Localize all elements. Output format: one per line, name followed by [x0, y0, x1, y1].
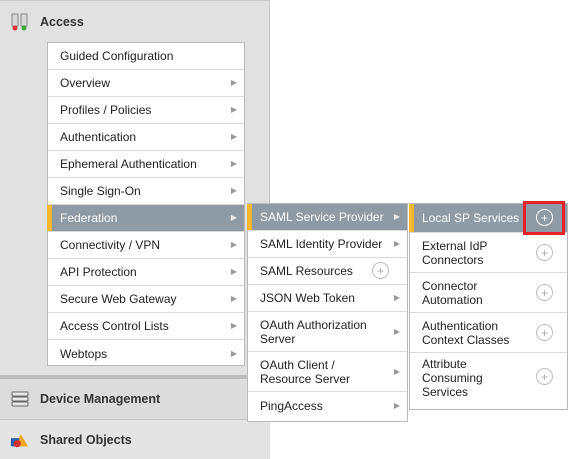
access-submenu: Guided Configuration Overview ▶ Profiles…	[47, 42, 245, 366]
chevron-right-icon: ▶	[393, 212, 400, 221]
plus-circle-icon[interactable]: +	[536, 284, 553, 301]
menu-item-oauth-authorization-server[interactable]: OAuth Authorization Server ▶	[248, 312, 407, 352]
menu-item-access-control-lists[interactable]: Access Control Lists ▶	[48, 313, 244, 340]
menu-item-label: Overview	[60, 76, 111, 90]
sidebar-section-label: Device Management	[40, 392, 161, 406]
access-icon	[10, 12, 30, 32]
chevron-right-icon: ▶	[393, 326, 400, 336]
menu-item-secure-web-gateway[interactable]: Secure Web Gateway ▶	[48, 286, 244, 313]
menu-item-label: Local SP Services	[422, 211, 520, 225]
menu-item-label: Single Sign-On	[60, 184, 141, 198]
menu-item-label: Profiles / Policies	[60, 103, 152, 117]
chevron-right-icon: ▶	[393, 293, 400, 302]
chevron-right-icon: ▶	[230, 294, 237, 303]
highlight-box	[523, 201, 565, 235]
sidebar-section-access[interactable]: Access	[0, 0, 270, 42]
menu-item-label: API Protection	[60, 265, 137, 279]
menu-item-label: SAML Service Provider	[260, 210, 384, 224]
menu-item-saml-resources[interactable]: SAML Resources +	[248, 258, 407, 285]
chevron-right-icon: ▶	[230, 105, 237, 114]
chevron-right-icon: ▶	[230, 267, 237, 276]
menu-item-connector-automation[interactable]: Connector Automation +	[410, 273, 567, 313]
menu-item-attribute-consuming-services[interactable]: Attribute Consuming Services +	[410, 353, 567, 402]
chevron-right-icon: ▶	[230, 213, 237, 222]
menu-item-federation[interactable]: Federation ▶	[47, 205, 244, 232]
menu-item-label: Connectivity / VPN	[60, 238, 161, 252]
menu-item-label: Secure Web Gateway	[60, 292, 177, 306]
menu-item-saml-service-provider[interactable]: SAML Service Provider ▶	[247, 204, 407, 231]
sidebar-section-device-management[interactable]: Device Management	[0, 375, 270, 419]
menu-item-label: OAuth Client / Resource Server	[260, 357, 351, 386]
menu-item-label: Ephemeral Authentication	[60, 157, 197, 171]
chevron-right-icon: ▶	[393, 366, 400, 376]
chevron-right-icon: ▶	[230, 321, 237, 330]
menu-item-webtops[interactable]: Webtops ▶	[48, 340, 244, 367]
menu-item-label: JSON Web Token	[260, 291, 355, 305]
sidebar-section-label: Access	[40, 14, 84, 29]
menu-item-label: Webtops	[60, 346, 108, 361]
menu-item-external-idp-connectors[interactable]: External IdP Connectors +	[410, 233, 567, 273]
menu-item-overview[interactable]: Overview ▶	[48, 70, 244, 97]
menu-item-pingaccess[interactable]: PingAccess ▶	[248, 392, 407, 419]
menu-item-label: Access Control Lists	[60, 319, 169, 333]
menu-item-authentication-context-classes[interactable]: Authentication Context Classes +	[410, 313, 567, 353]
menu-item-api-protection[interactable]: API Protection ▶	[48, 259, 244, 286]
chevron-right-icon: ▶	[230, 132, 237, 141]
menu-item-label: SAML Resources	[260, 264, 353, 278]
chevron-right-icon: ▶	[230, 186, 237, 195]
plus-circle-icon[interactable]: +	[536, 324, 553, 341]
sidebar-section-label: Shared Objects	[40, 432, 132, 447]
menu-item-authentication[interactable]: Authentication ▶	[48, 124, 244, 151]
chevron-right-icon: ▶	[230, 348, 237, 358]
device-icon	[10, 389, 30, 409]
federation-submenu: SAML Service Provider ▶ SAML Identity Pr…	[247, 203, 408, 422]
menu-item-ephemeral-authentication[interactable]: Ephemeral Authentication ▶	[48, 151, 244, 178]
chevron-right-icon: ▶	[230, 159, 237, 168]
chevron-right-icon: ▶	[393, 239, 400, 248]
menu-item-label: SAML Identity Provider	[260, 237, 383, 251]
chevron-right-icon: ▶	[230, 240, 237, 249]
plus-circle-icon[interactable]: +	[372, 262, 389, 279]
shared-objects-icon	[10, 430, 30, 450]
menu-item-saml-identity-provider[interactable]: SAML Identity Provider ▶	[248, 231, 407, 258]
menu-item-label: PingAccess	[260, 398, 323, 413]
menu-item-guided-configuration[interactable]: Guided Configuration	[48, 43, 244, 70]
plus-circle-icon[interactable]: +	[536, 368, 553, 385]
chevron-right-icon: ▶	[230, 78, 237, 87]
menu-item-label: Authentication	[60, 130, 137, 144]
menu-item-profiles-policies[interactable]: Profiles / Policies ▶	[48, 97, 244, 124]
menu-item-label: Federation	[60, 211, 118, 225]
menu-item-label: Guided Configuration	[60, 49, 174, 63]
menu-item-single-sign-on[interactable]: Single Sign-On ▶	[48, 178, 244, 205]
menu-item-json-web-token[interactable]: JSON Web Token ▶	[248, 285, 407, 312]
menu-item-label: OAuth Authorization Server	[260, 317, 367, 346]
menu-item-connectivity-vpn[interactable]: Connectivity / VPN ▶	[48, 232, 244, 259]
sidebar-section-shared-objects[interactable]: Shared Objects	[0, 419, 270, 459]
plus-circle-icon[interactable]: +	[536, 244, 553, 261]
menu-item-oauth-client-resource-server[interactable]: OAuth Client / Resource Server ▶	[248, 352, 407, 392]
chevron-right-icon: ▶	[393, 400, 400, 410]
